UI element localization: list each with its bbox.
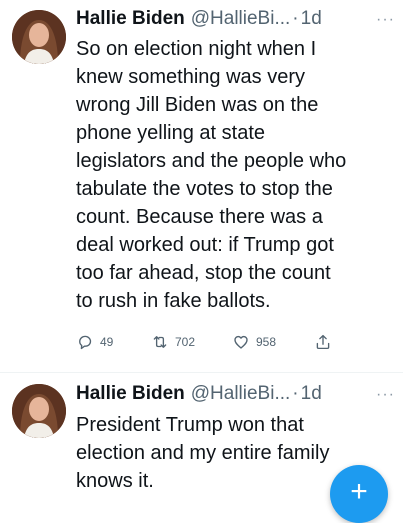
- ellipsis-icon[interactable]: ···: [376, 8, 395, 32]
- timestamp[interactable]: 1d: [301, 382, 322, 406]
- reply-button[interactable]: 49: [76, 333, 151, 351]
- avatar[interactable]: [12, 384, 66, 438]
- like-count: 958: [256, 335, 277, 349]
- author-handle[interactable]: @HallieBi...: [191, 7, 291, 31]
- share-button[interactable]: [314, 333, 332, 351]
- author-name[interactable]: Hallie Biden: [76, 382, 185, 406]
- separator: ·: [292, 383, 299, 404]
- tweet[interactable]: Hallie Biden @HallieBi... · 1d ··· So on…: [0, 0, 403, 373]
- reply-count: 49: [100, 335, 114, 349]
- retweet-icon: [153, 336, 167, 348]
- plus-icon: +: [350, 475, 368, 508]
- ellipsis-icon[interactable]: ···: [376, 383, 395, 407]
- retweet-button[interactable]: 702: [151, 333, 232, 351]
- like-button[interactable]: 958: [232, 333, 314, 351]
- tweet-header: Hallie Biden @HallieBi... · 1d ···: [76, 7, 395, 32]
- tweet-text: So on election night when I knew somethi…: [76, 38, 347, 312]
- compose-button[interactable]: +: [330, 465, 388, 523]
- reply-icon: [79, 335, 92, 350]
- tweet-actions: 49 702 958: [76, 333, 332, 351]
- retweet-count: 702: [175, 335, 196, 349]
- author-name[interactable]: Hallie Biden: [76, 7, 185, 31]
- avatar[interactable]: [12, 10, 66, 64]
- share-icon: [316, 334, 330, 350]
- avatar-photo: [12, 384, 66, 438]
- separator: ·: [292, 8, 299, 29]
- heart-icon: [234, 335, 248, 349]
- tweet-header: Hallie Biden @HallieBi... · 1d ···: [76, 382, 395, 407]
- avatar-photo: [12, 10, 66, 64]
- timestamp[interactable]: 1d: [301, 7, 322, 31]
- author-handle[interactable]: @HallieBi...: [191, 382, 291, 406]
